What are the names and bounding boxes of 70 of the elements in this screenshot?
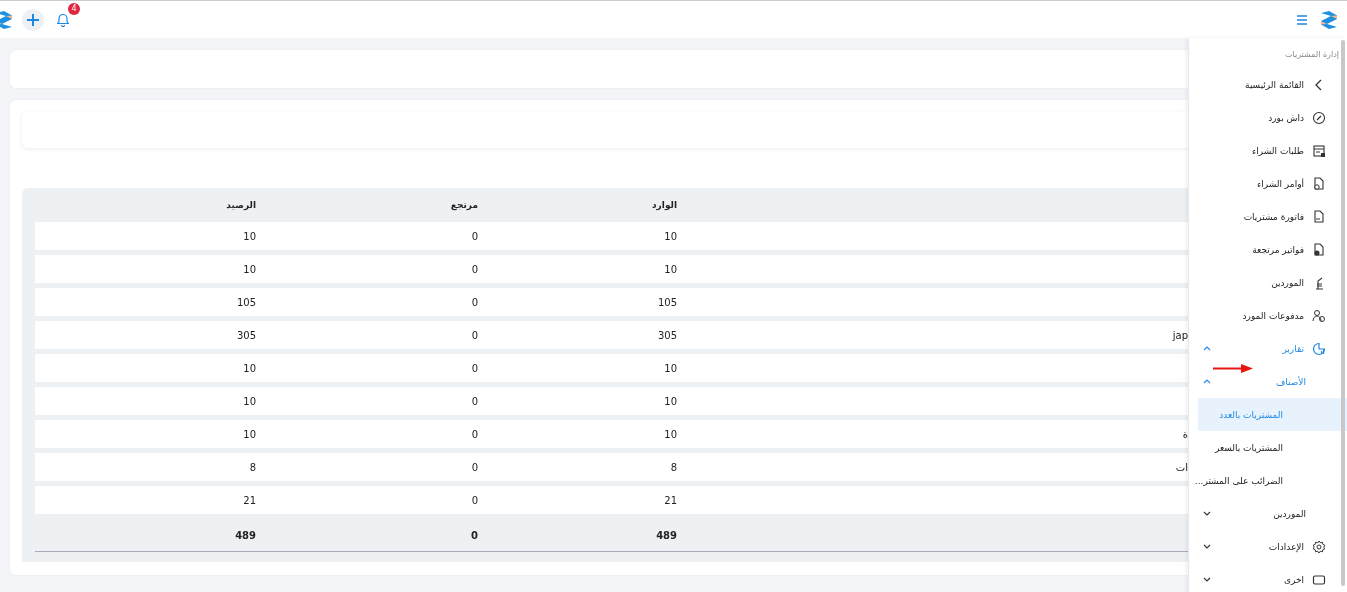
scrollbar[interactable] — [1341, 40, 1345, 586]
table-cell-text: 21 — [242, 494, 257, 506]
notification-badge: 4 — [68, 2, 80, 15]
table-cell-text: 0 — [470, 263, 479, 275]
table-cell-text: 0 — [470, 461, 479, 473]
table-cell-text: 10 — [242, 362, 257, 374]
menu-icon[interactable] — [1297, 14, 1307, 25]
sidebar-item[interactable]: مدفوعات المورد — [1197, 299, 1347, 332]
table-cell-text: 10 — [663, 362, 678, 374]
column-header: الوارد — [651, 200, 678, 210]
settings-icon — [1312, 539, 1326, 554]
table-cell-text: 21 — [663, 494, 678, 506]
sidebar-item[interactable]: أوامر الشراء — [1197, 167, 1347, 200]
table-cell-text: 8 — [669, 461, 678, 473]
column-header: مرتجع — [449, 200, 479, 210]
sidebar-item[interactable]: الضرائب على المشتر... — [1197, 464, 1347, 497]
table-cell-text: 0 — [470, 296, 479, 308]
table-cell-text: 0 — [470, 329, 479, 341]
compass-icon — [1312, 110, 1326, 125]
add-button[interactable] — [22, 8, 44, 31]
rectangle-icon — [1312, 572, 1326, 587]
bell-icon — [57, 12, 69, 27]
logo-icon[interactable] — [0, 9, 14, 30]
sidebar-item[interactable]: المشتريات بالسعر — [1197, 431, 1347, 464]
logo-icon[interactable] — [1319, 9, 1339, 30]
arrow-annotation — [1213, 364, 1253, 373]
section-title: إدارة المشتريات — [1283, 49, 1340, 61]
column-header: الرصيد — [225, 200, 257, 210]
sidebar-item[interactable]: الموردين — [1197, 497, 1347, 530]
table-cell-text: 0 — [470, 395, 479, 407]
sidebar-item[interactable]: فاتورة مشتريات — [1197, 200, 1347, 233]
table-cell-text: 8 — [248, 461, 257, 473]
table-cell-text: 305 — [656, 329, 678, 341]
sidebar-item[interactable]: الموردين — [1197, 266, 1347, 299]
table-cell-text: 10 — [242, 263, 257, 275]
table-cell-text: 0 — [470, 362, 479, 374]
table-cell-text: ات — [1174, 461, 1188, 473]
sidebar-item[interactable]: تقارير — [1197, 332, 1347, 365]
table-cell-text: 10 — [242, 230, 257, 242]
sidebar-item[interactable]: الإعدادات — [1197, 530, 1347, 563]
table-cell-text: 0 — [470, 494, 479, 506]
table-cell-text: 0 — [470, 428, 479, 440]
chart-icon — [1312, 341, 1326, 356]
total-cell-text: 489 — [234, 529, 257, 541]
document-icon — [1312, 209, 1326, 224]
table-cell-text: 105 — [656, 296, 678, 308]
table-cell-text: 10 — [663, 263, 678, 275]
table-cell-text: 10 — [663, 230, 678, 242]
plus-icon — [26, 12, 40, 27]
table-cell-text: 10 — [242, 428, 257, 440]
table-cell-text: 10 — [663, 428, 678, 440]
sidebar-item[interactable]: فواتير مرتجعة — [1197, 233, 1347, 266]
table-cell-text: jap — [1171, 329, 1188, 341]
sidebar-item[interactable]: الأصناف — [1197, 365, 1347, 398]
sidebar-item[interactable]: اخرى — [1197, 563, 1347, 592]
document-icon — [1312, 176, 1326, 191]
table-cell-text: 10 — [663, 395, 678, 407]
table-cell-text: 305 — [235, 329, 257, 341]
sidebar-item[interactable]: طلبات الشراء — [1197, 134, 1347, 167]
total-cell-text: 489 — [655, 529, 678, 541]
receipt-icon — [1312, 143, 1326, 158]
table-cell-text: 105 — [235, 296, 257, 308]
sidebar-item[interactable]: القائمة الرئيسية — [1197, 68, 1347, 101]
sidebar-item[interactable]: داش بورد — [1197, 101, 1347, 134]
table-cell-text: ة — [1181, 428, 1188, 440]
table-cell-text: 10 — [242, 395, 257, 407]
document-icon — [1312, 242, 1326, 257]
table-cell-text: 0 — [470, 230, 479, 242]
users-icon — [1312, 308, 1326, 323]
total-cell-text: 0 — [470, 529, 479, 541]
